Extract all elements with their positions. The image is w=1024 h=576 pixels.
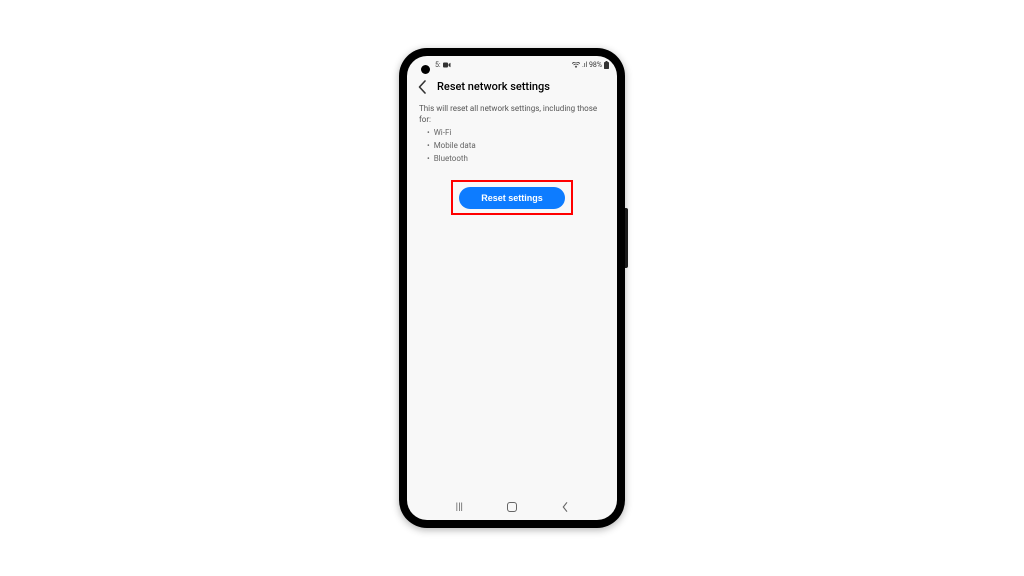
- reset-settings-button[interactable]: Reset settings: [459, 187, 565, 209]
- page-title: Reset network settings: [437, 80, 550, 93]
- phone-frame: 5: .ıl 98% Reset network settings This w…: [399, 48, 625, 528]
- highlight-annotation: Reset settings: [451, 180, 573, 215]
- wifi-icon: [572, 62, 580, 68]
- phone-screen: 5: .ıl 98% Reset network settings This w…: [407, 56, 617, 520]
- list-item: Mobile data: [427, 140, 605, 153]
- list-item: Bluetooth: [427, 153, 605, 166]
- camera-cutout: [421, 65, 430, 74]
- status-bar: 5: .ıl 98%: [407, 56, 617, 74]
- home-button[interactable]: [505, 500, 519, 514]
- chevron-left-icon: [561, 501, 569, 513]
- status-bar-right: .ıl 98%: [572, 61, 609, 69]
- button-container: Reset settings: [419, 180, 605, 215]
- list-item: Wi-Fi: [427, 127, 605, 140]
- chevron-left-icon: [418, 80, 427, 94]
- status-time: 5:: [435, 61, 441, 69]
- recents-button[interactable]: |||: [452, 500, 466, 514]
- description-text: This will reset all network settings, in…: [419, 103, 605, 125]
- home-icon: [507, 502, 517, 512]
- nav-back-button[interactable]: [558, 500, 572, 514]
- navigation-bar: |||: [407, 496, 617, 520]
- battery-text: .ıl 98%: [582, 61, 602, 69]
- recents-icon: |||: [456, 502, 463, 513]
- back-button[interactable]: [417, 82, 427, 92]
- bullet-list: Wi-Fi Mobile data Bluetooth: [419, 127, 605, 165]
- video-icon: [443, 62, 451, 68]
- page-header: Reset network settings: [407, 74, 617, 99]
- battery-icon: [604, 61, 609, 69]
- content-area: This will reset all network settings, in…: [407, 99, 617, 219]
